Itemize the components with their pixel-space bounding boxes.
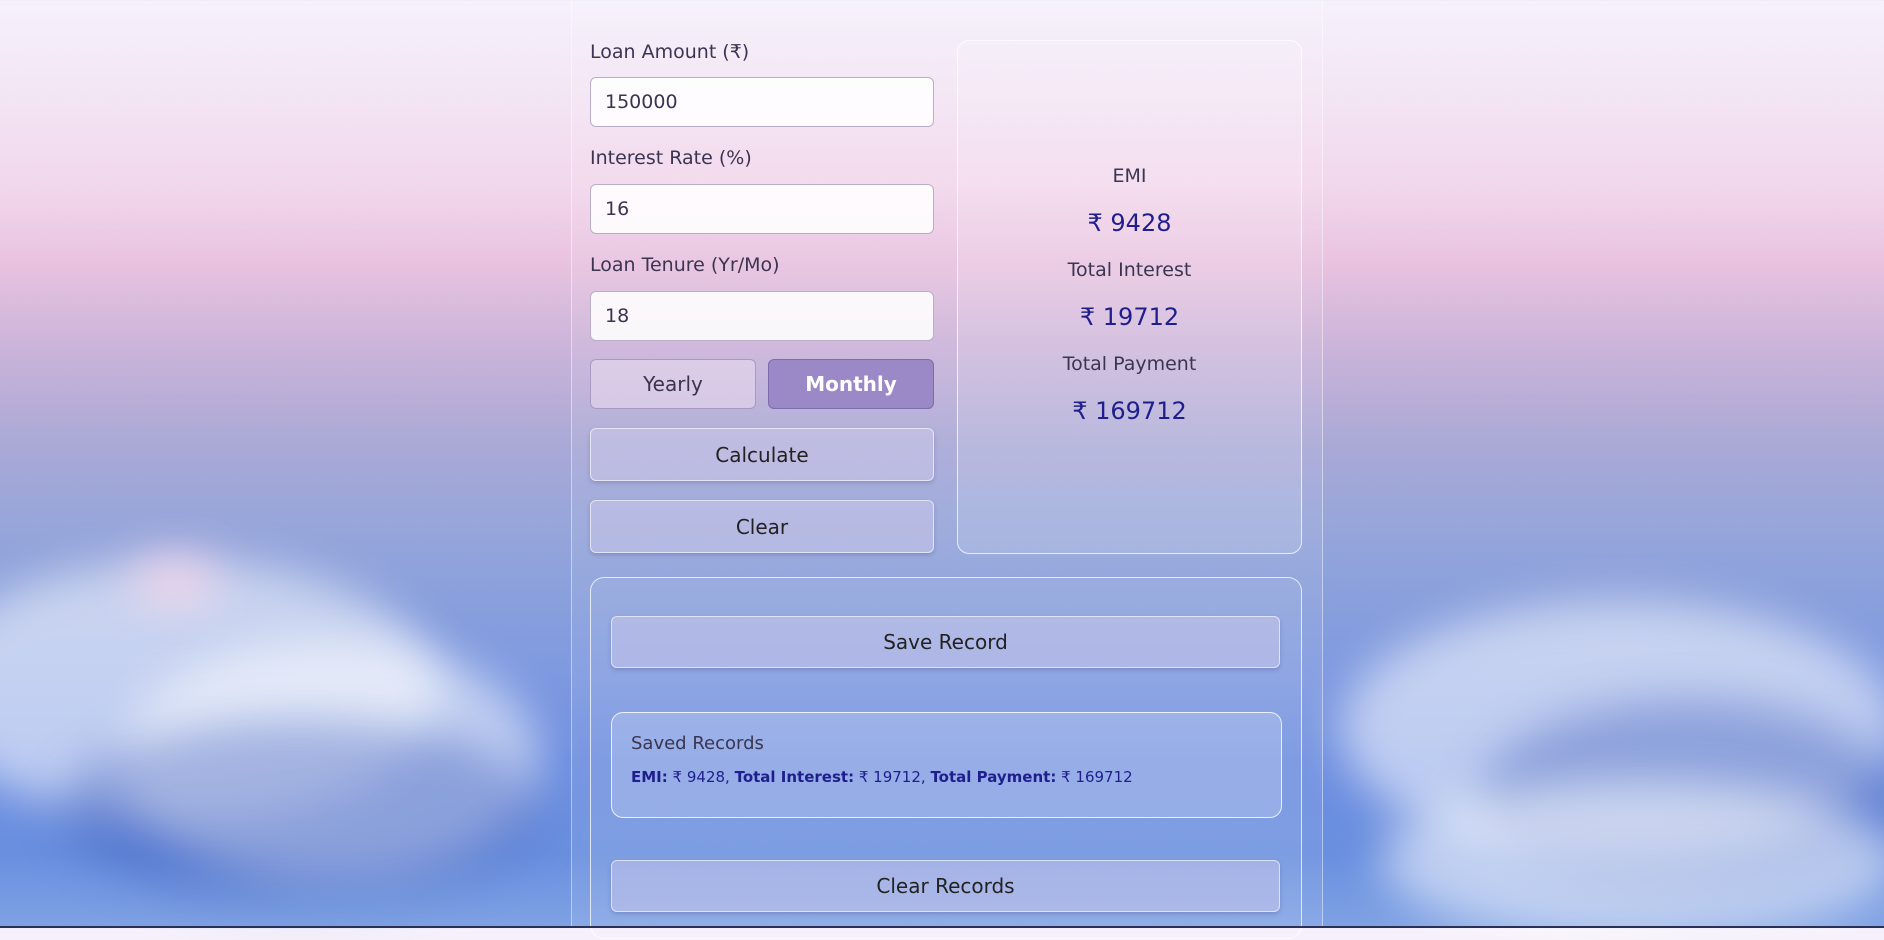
clear-button[interactable]: Clear — [590, 500, 934, 553]
record-emi-value: ₹ 9428, — [672, 768, 730, 786]
results-card: EMI ₹ 9428 Total Interest ₹ 19712 Total … — [957, 40, 1302, 554]
total-payment-label: Total Payment — [1062, 353, 1197, 375]
record-payment-key: Total Payment: — [930, 768, 1057, 786]
record-payment-value: ₹ 169712 — [1061, 768, 1133, 786]
saved-records-box: Saved Records EMI: ₹ 9428, Total Interes… — [611, 712, 1282, 818]
records-card: Save Record Saved Records EMI: ₹ 9428, T… — [590, 577, 1302, 939]
loan-tenure-input[interactable] — [590, 291, 934, 341]
saved-records-title: Saved Records — [631, 733, 764, 754]
yearly-toggle-button[interactable]: Yearly — [590, 359, 756, 409]
record-interest-value: ₹ 19712, — [858, 768, 926, 786]
interest-rate-input[interactable] — [590, 184, 934, 234]
total-interest-label: Total Interest — [1067, 259, 1192, 281]
monthly-toggle-button[interactable]: Monthly — [768, 359, 934, 409]
calculate-button[interactable]: Calculate — [590, 428, 934, 481]
total-payment-value: ₹ 169712 — [1072, 397, 1187, 425]
loan-tenure-label: Loan Tenure (Yr/Mo) — [590, 254, 780, 276]
clear-records-button[interactable]: Clear Records — [611, 860, 1280, 912]
emi-label: EMI — [1112, 165, 1147, 187]
emi-value: ₹ 9428 — [1087, 209, 1172, 237]
saved-record-item: EMI: ₹ 9428, Total Interest: ₹ 19712, To… — [631, 768, 1133, 786]
save-record-button[interactable]: Save Record — [611, 616, 1280, 668]
interest-rate-label: Interest Rate (%) — [590, 147, 752, 169]
record-interest-key: Total Interest: — [734, 768, 855, 786]
record-emi-key: EMI: — [631, 768, 668, 786]
loan-amount-input[interactable] — [590, 77, 934, 127]
loan-amount-label: Loan Amount (₹) — [590, 41, 750, 63]
total-interest-value: ₹ 19712 — [1079, 303, 1180, 331]
